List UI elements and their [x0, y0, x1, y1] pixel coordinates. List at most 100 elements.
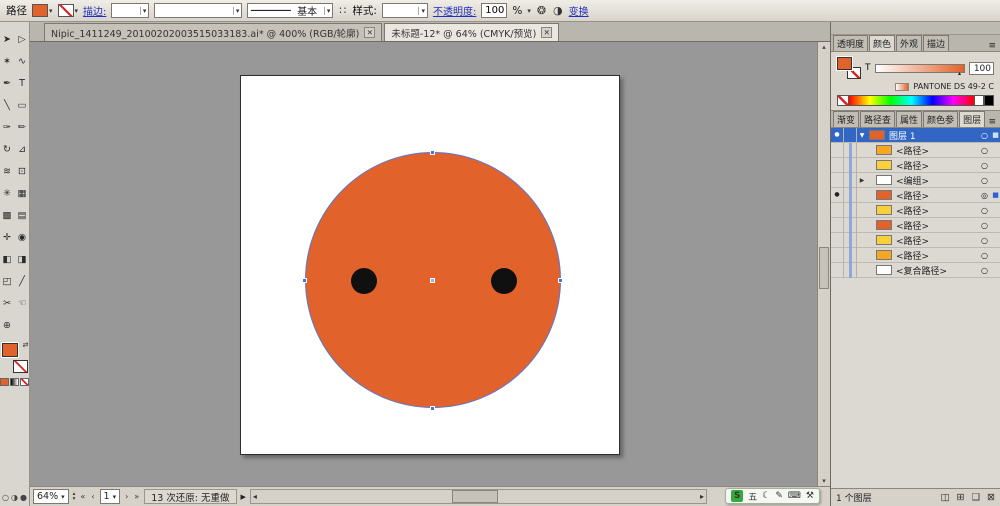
paintbrush-tool[interactable]: ✑	[1, 117, 14, 139]
tab-attributes[interactable]: 属性	[896, 111, 922, 127]
layer-thumbnail[interactable]	[876, 145, 892, 155]
opacity-input[interactable]	[481, 3, 507, 18]
opacity-link[interactable]: 不透明度:	[433, 3, 476, 18]
panel-menu-icon[interactable]: ≡	[986, 117, 998, 127]
ime-mode-label[interactable]: 五	[748, 490, 757, 503]
center-point[interactable]	[430, 278, 435, 283]
layer-thumbnail[interactable]	[876, 250, 892, 260]
lock-toggle[interactable]	[844, 188, 857, 203]
pen-icon[interactable]: ✎	[775, 491, 783, 501]
rectangle-tool[interactable]: ▭	[16, 95, 29, 117]
tab-layers[interactable]: 图层	[959, 111, 985, 127]
layer-row-path[interactable]: <路径> ○	[831, 203, 1000, 218]
layer-name[interactable]: <路径>	[892, 204, 978, 217]
lasso-tool[interactable]: ∿	[16, 51, 29, 73]
lock-toggle[interactable]	[844, 143, 857, 158]
layer-target-icon[interactable]: ○	[978, 161, 991, 170]
layer-thumbnail[interactable]	[876, 205, 892, 215]
scale-tool[interactable]: ⊿	[16, 139, 29, 161]
layer-name[interactable]: <路径>	[892, 249, 978, 262]
vertical-scroll-thumb[interactable]	[819, 247, 829, 289]
stroke-weight-select[interactable]: ▾	[111, 3, 149, 18]
live-paint-bucket-tool[interactable]: ◧	[1, 249, 14, 271]
tab-pathfinder[interactable]: 路径查	[860, 111, 895, 127]
zoom-tool[interactable]: ⊕	[1, 315, 14, 337]
lock-toggle[interactable]	[844, 203, 857, 218]
expand-toggle[interactable]: ▶	[857, 177, 867, 184]
recolor-artwork-icon[interactable]: ❂	[536, 4, 547, 17]
pencil-tool[interactable]: ✏	[16, 117, 29, 139]
screen-mode-normal-icon[interactable]: ○	[2, 493, 9, 502]
crop-area-tool[interactable]: ◰	[1, 271, 14, 293]
screen-mode-fullscreen-icon[interactable]: ●	[20, 493, 27, 502]
scissors-tool[interactable]: ✂	[1, 293, 14, 315]
layer-row-compound-path[interactable]: <复合路径> ○	[831, 263, 1000, 278]
zoom-level-select[interactable]: 64% ▾	[33, 489, 69, 504]
lock-toggle[interactable]	[844, 233, 857, 248]
visibility-toggle[interactable]: ●	[831, 188, 844, 203]
white-swatch[interactable]	[974, 95, 984, 106]
tab-appearance[interactable]: 外观	[896, 35, 922, 51]
visibility-toggle[interactable]	[831, 173, 844, 188]
black-swatch[interactable]	[984, 95, 994, 106]
scroll-right-icon[interactable]: ▸	[698, 492, 706, 501]
scroll-down-icon[interactable]: ▾	[818, 477, 830, 485]
lock-toggle[interactable]	[844, 128, 857, 143]
ime-toolbar[interactable]: S 五 ☾ ✎ ⌨ ⚒	[725, 488, 820, 504]
visibility-toggle[interactable]	[831, 248, 844, 263]
stroke-color-control[interactable]: ▾	[58, 4, 79, 17]
pen-tool[interactable]: ✒	[1, 73, 14, 95]
layer-target-icon[interactable]: ○	[978, 131, 991, 140]
layer-name[interactable]: <路径>	[892, 159, 978, 172]
layer-name[interactable]: <路径>	[892, 189, 978, 202]
last-artboard-button[interactable]: »	[133, 492, 140, 501]
tab-color[interactable]: 颜色	[869, 35, 895, 51]
anchor-point-right[interactable]	[558, 278, 563, 283]
layer-name[interactable]: <复合路径>	[892, 264, 978, 277]
brush-options-icon[interactable]: ∷	[338, 4, 347, 17]
stroke-proxy-icon[interactable]	[13, 360, 28, 373]
layer-row-path[interactable]: <路径> ○	[831, 248, 1000, 263]
prev-artboard-button[interactable]: ‹	[90, 492, 95, 501]
scroll-up-icon[interactable]: ▴	[818, 43, 830, 51]
layer-row-group[interactable]: ▶ <编组> ○	[831, 173, 1000, 188]
fill-stroke-indicator[interactable]: ⇄	[2, 343, 28, 373]
visibility-toggle[interactable]	[831, 233, 844, 248]
expand-toggle[interactable]: ▼	[857, 132, 867, 139]
eyedropper-tool[interactable]: ✛	[1, 227, 14, 249]
lock-toggle[interactable]	[844, 218, 857, 233]
stroke-link[interactable]: 描边:	[83, 3, 106, 18]
warp-tool[interactable]: ≋	[1, 161, 14, 183]
anchor-point-top[interactable]	[430, 150, 435, 155]
stroke-profile-select[interactable]: ————— 基本 ▾	[247, 3, 333, 18]
transform-link[interactable]: 变换	[569, 3, 589, 18]
type-tool[interactable]: T	[16, 73, 29, 95]
layer-target-icon[interactable]: ○	[978, 266, 991, 275]
mesh-tool[interactable]: ▩	[1, 205, 14, 227]
selection-tool[interactable]: ➤	[1, 29, 14, 51]
next-artboard-button[interactable]: ›	[124, 492, 129, 501]
layer-thumbnail[interactable]	[876, 175, 892, 185]
gradient-mode-button[interactable]	[10, 378, 19, 386]
anchor-point-left[interactable]	[302, 278, 307, 283]
tab-color-guide[interactable]: 颜色参	[923, 111, 958, 127]
right-eye-shape[interactable]	[491, 268, 517, 294]
fill-color-control[interactable]: ▾	[32, 4, 53, 17]
lock-toggle[interactable]	[844, 173, 857, 188]
tint-slider[interactable]: ▴	[875, 64, 966, 73]
toolbox-icon[interactable]: ⚒	[806, 491, 814, 501]
layer-thumbnail[interactable]	[869, 130, 885, 140]
color-mode-button[interactable]	[0, 378, 9, 386]
document-tab-1[interactable]: Nipic_1411249_20100202003515033183.ai* @…	[44, 23, 382, 41]
keyboard-icon[interactable]: ⌨	[788, 491, 801, 501]
layer-name[interactable]: <路径>	[892, 234, 978, 247]
free-transform-tool[interactable]: ⊡	[16, 161, 29, 183]
document-tab-2[interactable]: 未标题-12* @ 64% (CMYK/预览) ✕	[384, 23, 559, 41]
zoom-spinner[interactable]: ▴ ▾	[73, 492, 76, 502]
vertical-scrollbar[interactable]: ▴ ▾	[817, 42, 830, 486]
spectrum-ramp[interactable]	[849, 95, 974, 106]
layer-target-icon[interactable]: ○	[978, 206, 991, 215]
horizontal-scrollbar[interactable]: ◂ ▸	[250, 489, 707, 504]
layer-target-icon[interactable]: ◎	[978, 191, 991, 200]
tab-transparency[interactable]: 透明度	[833, 35, 868, 51]
